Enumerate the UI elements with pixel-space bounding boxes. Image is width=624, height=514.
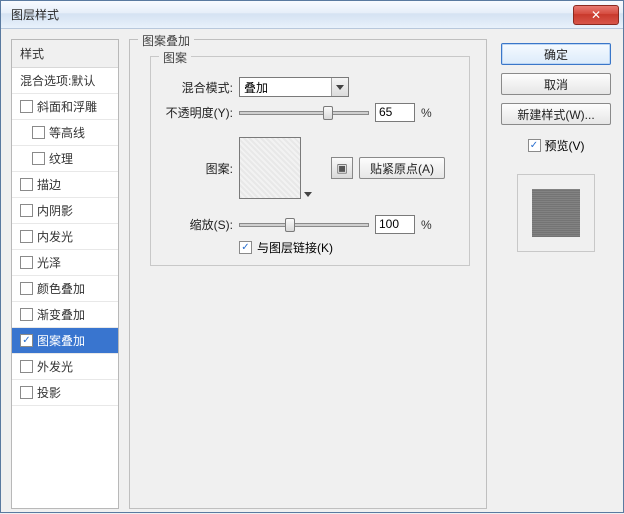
sidebar-item-drop-shadow[interactable]: 投影 [12, 380, 118, 406]
pattern-picker[interactable] [239, 137, 301, 199]
titlebar: 图层样式 ✕ [1, 1, 623, 29]
sidebar-item-pattern-overlay[interactable]: ✓ 图案叠加 [12, 328, 118, 354]
preview-box [517, 174, 595, 252]
percent-label: % [421, 218, 432, 232]
sidebar-item-inner-glow[interactable]: 内发光 [12, 224, 118, 250]
pattern-group: 图案 混合模式: 叠加 不透明度(Y): 65 % [150, 56, 470, 266]
pattern-row: 图案: ▣ 贴紧原点(A) [157, 137, 445, 199]
sidebar-item-label: 外发光 [37, 358, 73, 375]
link-row: ✓ 与图层链接(K) [239, 239, 333, 256]
chevron-down-icon[interactable] [302, 188, 314, 200]
sidebar-item-blend-options[interactable]: 混合选项:默认 [12, 68, 118, 94]
pattern-group-title: 图案 [159, 49, 191, 66]
sidebar-item-label: 图案叠加 [37, 332, 85, 349]
sidebar-item-label: 描边 [37, 176, 61, 193]
sidebar-item-satin[interactable]: 光泽 [12, 250, 118, 276]
link-label: 与图层链接(K) [257, 239, 333, 256]
snap-origin-icon[interactable]: ▣ [331, 157, 353, 179]
checkbox-icon[interactable] [20, 230, 33, 243]
percent-label: % [421, 106, 432, 120]
blend-mode-value: 叠加 [244, 79, 268, 96]
checkbox-icon[interactable] [20, 282, 33, 295]
opacity-input[interactable]: 65 [375, 103, 415, 122]
sidebar-item-label: 内阴影 [37, 202, 73, 219]
checkbox-icon[interactable] [20, 360, 33, 373]
sidebar-item-label: 内发光 [37, 228, 73, 245]
preview-checkbox[interactable]: ✓ 预览(V) [528, 137, 585, 154]
blend-mode-row: 混合模式: 叠加 [157, 77, 349, 97]
sidebar-item-color-overlay[interactable]: 颜色叠加 [12, 276, 118, 302]
checkbox-icon[interactable] [20, 204, 33, 217]
sidebar-item-label: 颜色叠加 [37, 280, 85, 297]
opacity-row: 不透明度(Y): 65 % [157, 103, 432, 122]
checkbox-icon[interactable] [20, 386, 33, 399]
panel-title: 图案叠加 [138, 32, 194, 49]
checkbox-icon[interactable] [20, 178, 33, 191]
sidebar-item-texture[interactable]: 纹理 [12, 146, 118, 172]
sidebar-item-inner-shadow[interactable]: 内阴影 [12, 198, 118, 224]
settings-panel: 图案叠加 图案 混合模式: 叠加 不透明度(Y): [129, 39, 487, 509]
close-icon: ✕ [591, 8, 601, 22]
sidebar-item-label: 纹理 [49, 150, 73, 167]
checkbox-icon[interactable]: ✓ [20, 334, 33, 347]
checkbox-icon: ✓ [528, 139, 541, 152]
opacity-slider[interactable] [239, 111, 369, 115]
opacity-label: 不透明度(Y): [157, 104, 233, 121]
blend-mode-label: 混合模式: [157, 79, 233, 96]
scale-input[interactable]: 100 [375, 215, 415, 234]
slider-thumb[interactable] [323, 106, 333, 120]
checkbox-icon[interactable] [20, 100, 33, 113]
sidebar-item-contour[interactable]: 等高线 [12, 120, 118, 146]
sidebar-item-stroke[interactable]: 描边 [12, 172, 118, 198]
snap-origin-button[interactable]: 贴紧原点(A) [359, 157, 445, 179]
preview-swatch [532, 189, 580, 237]
layer-style-dialog: 图层样式 ✕ 样式 混合选项:默认 斜面和浮雕 等高线 纹理 [0, 0, 624, 513]
new-style-button[interactable]: 新建样式(W)... [501, 103, 611, 125]
scale-label: 缩放(S): [157, 216, 233, 233]
blend-mode-select[interactable]: 叠加 [239, 77, 349, 97]
sidebar-header: 样式 [12, 40, 118, 68]
chevron-down-icon [331, 78, 348, 96]
ok-button[interactable]: 确定 [501, 43, 611, 65]
sidebar-item-label: 等高线 [49, 124, 85, 141]
close-button[interactable]: ✕ [573, 5, 619, 25]
checkbox-icon[interactable] [20, 308, 33, 321]
checkbox-icon[interactable] [32, 152, 45, 165]
checkbox-icon[interactable] [32, 126, 45, 139]
pattern-label: 图案: [157, 160, 233, 177]
scale-slider[interactable] [239, 223, 369, 227]
checkbox-icon: ✓ [239, 241, 252, 254]
checkbox-icon[interactable] [20, 256, 33, 269]
styles-sidebar: 样式 混合选项:默认 斜面和浮雕 等高线 纹理 描边 内阴 [11, 39, 119, 509]
right-column: 确定 取消 新建样式(W)... ✓ 预览(V) [501, 43, 611, 252]
link-with-layer-checkbox[interactable]: ✓ 与图层链接(K) [239, 239, 333, 256]
preview-label: 预览(V) [545, 137, 585, 154]
sidebar-item-label: 混合选项:默认 [20, 72, 95, 89]
window-title: 图层样式 [11, 6, 59, 23]
sidebar-item-gradient-overlay[interactable]: 渐变叠加 [12, 302, 118, 328]
sidebar-item-label: 斜面和浮雕 [37, 98, 97, 115]
dialog-body: 样式 混合选项:默认 斜面和浮雕 等高线 纹理 描边 内阴 [1, 29, 623, 514]
sidebar-item-label: 光泽 [37, 254, 61, 271]
slider-thumb[interactable] [285, 218, 295, 232]
sidebar-item-label: 投影 [37, 384, 61, 401]
sidebar-item-bevel-emboss[interactable]: 斜面和浮雕 [12, 94, 118, 120]
sidebar-item-label: 渐变叠加 [37, 306, 85, 323]
scale-row: 缩放(S): 100 % [157, 215, 432, 234]
cancel-button[interactable]: 取消 [501, 73, 611, 95]
sidebar-item-outer-glow[interactable]: 外发光 [12, 354, 118, 380]
